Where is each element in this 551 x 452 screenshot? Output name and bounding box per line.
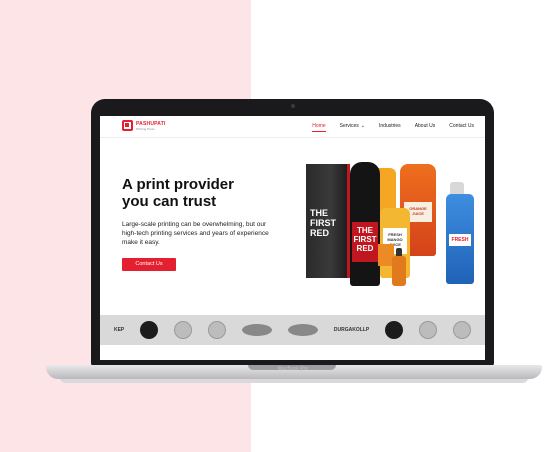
logo-icon (122, 120, 133, 131)
client-logos-strip: KEP DURGAKOLLP (100, 315, 485, 345)
client-logo (419, 321, 438, 339)
device-label: MacBook Pro (277, 366, 308, 372)
client-logo (242, 324, 272, 336)
client-logo (385, 321, 404, 339)
client-logo (452, 321, 471, 339)
spray-bottle: FRESH (446, 182, 474, 284)
contact-us-button[interactable]: Contact Us (122, 258, 176, 271)
wine-label: THE FIRST RED (352, 222, 378, 262)
brand-logo[interactable]: PASHUPATI Printing Press (122, 120, 166, 131)
nav-industries[interactable]: Industries (372, 123, 408, 129)
client-logo (208, 321, 227, 339)
brand-tagline: Printing Press (136, 126, 155, 131)
nav-links: Home Services ⌄ Industries About Us Conta… (305, 123, 481, 132)
nav-services[interactable]: Services ⌄ (333, 123, 372, 129)
client-logo (174, 321, 193, 339)
client-logo (287, 324, 318, 336)
client-logo: KEP (113, 327, 125, 333)
wine-bottle: THE FIRST RED (350, 162, 380, 286)
laptop-screen: PASHUPATI Printing Press Home Services ⌄ … (100, 116, 485, 360)
nav-home[interactable]: Home (305, 123, 332, 132)
brand-name: PASHUPATI (136, 120, 166, 127)
nav-services-label: Services (339, 123, 359, 129)
nav-about[interactable]: About Us (408, 123, 443, 129)
top-nav: PASHUPATI Printing Press Home Services ⌄ … (100, 116, 485, 138)
hero-body: Large-scale printing can be overwhelming… (122, 221, 269, 246)
hero-title: A print provider you can trust (122, 176, 234, 210)
chevron-down-icon: ⌄ (360, 123, 365, 129)
wine-box: THE FIRST RED (306, 164, 350, 278)
client-logo: DURGAKOLLP (333, 327, 370, 333)
camera-icon (290, 104, 295, 108)
client-logo (140, 321, 159, 339)
nav-contact[interactable]: Contact Us (442, 123, 481, 129)
dropper-bottle (392, 248, 406, 286)
product-collage: THE FIRST RED THE FIRST RED ORANGE JUICE… (280, 156, 485, 296)
spray-label: FRESH (449, 234, 471, 246)
wine-box-text: THE FIRST RED (310, 208, 336, 238)
